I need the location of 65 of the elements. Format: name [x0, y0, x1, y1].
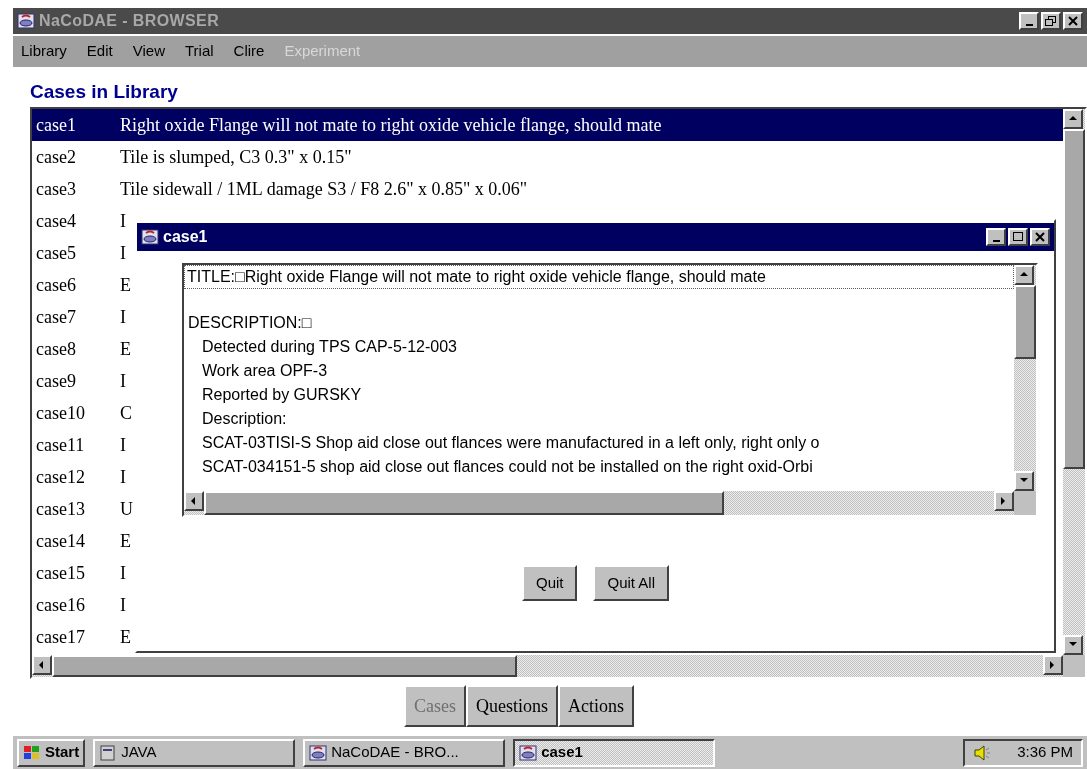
minimize-button[interactable] [1019, 12, 1039, 30]
vertical-scrollbar[interactable] [1014, 265, 1036, 491]
horizontal-scrollbar[interactable] [32, 655, 1063, 677]
scroll-down-button[interactable] [1014, 471, 1034, 491]
app-icon [141, 228, 159, 246]
case-row[interactable]: case1 Right oxide Flange will not mate to right oxide vehicle flange, should mate [32, 109, 1063, 141]
horizontal-scrollbar[interactable] [184, 491, 1014, 515]
scroll-thumb[interactable] [1063, 129, 1085, 469]
section-heading: Cases in Library [30, 79, 178, 104]
scroll-down-button[interactable] [1063, 635, 1083, 655]
start-button[interactable]: Start [17, 738, 86, 767]
window-title: NaCoDAE - BROWSER [39, 11, 220, 31]
maximize-icon [1012, 232, 1024, 242]
taskbar-button[interactable]: JAVA [93, 738, 296, 767]
close-icon [1034, 232, 1046, 242]
dialog-button[interactable]: Quit All [593, 565, 669, 601]
minimize-icon [1025, 24, 1033, 26]
dialog-title: case1 [163, 227, 208, 247]
restore-icon [1045, 16, 1057, 26]
tab-button[interactable]: Questions [466, 685, 558, 727]
description-line: Work area OPF-3 [201, 361, 329, 381]
app-icon [309, 743, 328, 762]
description-line: Detected during TPS CAP-5-12-003 [201, 337, 458, 357]
close-button[interactable] [1030, 228, 1050, 246]
app-icon [519, 743, 538, 762]
scroll-right-button[interactable] [994, 491, 1014, 511]
scroll-thumb[interactable] [204, 491, 724, 515]
speaker-icon[interactable] [973, 744, 991, 761]
maximize-button[interactable] [1008, 228, 1028, 246]
case-row[interactable]: case2 Tile is slumped, C3 0.3" x 0.15" [32, 141, 1063, 173]
scrollbar-corner [1014, 491, 1036, 515]
menu-item[interactable]: Clire [233, 40, 265, 63]
menu-item[interactable]: Trial [184, 40, 214, 63]
case-text-area[interactable] [182, 263, 1038, 517]
clock: 3:36 PM [1017, 742, 1073, 763]
scroll-right-button[interactable] [1043, 655, 1063, 675]
taskbar-button[interactable]: case1 [513, 738, 716, 767]
tab-button[interactable]: Actions [558, 685, 634, 727]
close-icon [1067, 16, 1079, 26]
window-icon [99, 743, 118, 762]
minimize-icon [992, 240, 1000, 242]
vertical-scrollbar[interactable] [1063, 109, 1085, 655]
app-icon [17, 12, 35, 30]
windows-logo-icon [23, 744, 41, 761]
scroll-left-button[interactable] [32, 655, 52, 675]
scroll-thumb[interactable] [52, 655, 517, 677]
case-row[interactable]: case3 Tile sidewall / 1ML damage S3 / F8 2.6" x 0.85" x 0.06" [32, 173, 1063, 205]
restore-button[interactable] [1041, 12, 1061, 30]
scroll-up-button[interactable] [1014, 265, 1034, 285]
scroll-left-button[interactable] [184, 491, 204, 511]
menu-item[interactable]: Library [21, 40, 67, 63]
scroll-thumb[interactable] [1014, 285, 1036, 359]
description-line: Description: [201, 409, 288, 429]
menu-item[interactable]: View [132, 40, 165, 63]
minimize-button[interactable] [986, 228, 1006, 246]
close-button[interactable] [1063, 12, 1083, 30]
menu-item[interactable]: Edit [86, 40, 113, 63]
description-label: DESCRIPTION:□ [187, 313, 313, 333]
description-line: SCAT-03TISI-S Shop aid close out flances were manufactured in a left only, right only o [201, 433, 821, 453]
description-line: Reported by GURSKY [201, 385, 363, 405]
taskbar-button[interactable]: NaCoDAE - BRO... [303, 738, 506, 767]
description-line: SCAT-034151-5 shop aid close out flances could not be installed on the right oxid-Orbi [201, 457, 814, 477]
scrollbar-corner [1063, 655, 1085, 677]
dialog-button[interactable]: Quit [521, 565, 578, 601]
scroll-up-button[interactable] [1063, 109, 1083, 129]
